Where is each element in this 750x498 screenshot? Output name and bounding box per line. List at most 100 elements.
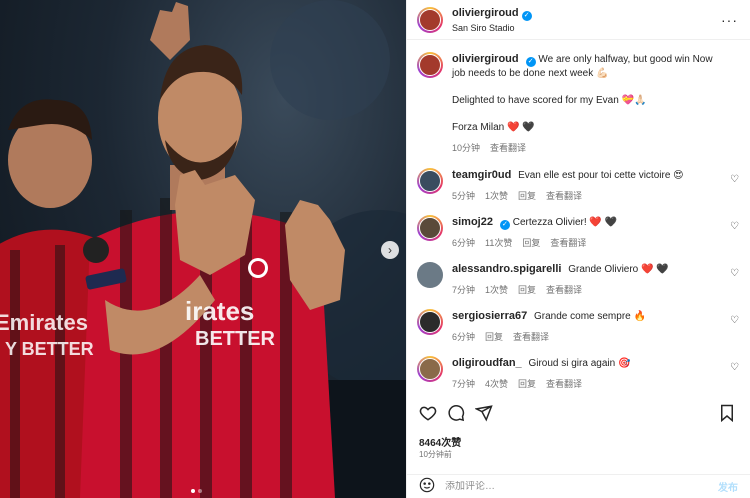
- comment-meta: 5分钟 1次赞 回复 查看翻译: [452, 189, 719, 202]
- comment-content: Giroud si gira again 🎯: [528, 358, 631, 369]
- header-location[interactable]: San Siro Stadio: [452, 23, 532, 33]
- svg-text:Emirates: Emirates: [0, 310, 88, 335]
- comment-body: alessandro.spigarelli Grande Oliviero ❤️…: [452, 262, 739, 296]
- comment-likes[interactable]: 1次赞: [485, 283, 508, 296]
- comment-content: Evan elle est pour toi cette victoire 😍: [518, 170, 684, 181]
- avatar[interactable]: [417, 52, 443, 78]
- avatar[interactable]: [417, 6, 443, 33]
- translate-link[interactable]: 查看翻译: [546, 377, 582, 390]
- comment-time: 7分钟: [452, 379, 476, 389]
- bookmark-icon[interactable]: [716, 402, 738, 424]
- avatar[interactable]: [417, 168, 443, 194]
- comment-content: Grande come sempre 🔥: [534, 311, 646, 322]
- comment-username[interactable]: sergiosierra67: [452, 310, 527, 322]
- post-image[interactable]: irates BETTER Emirates Y BETTER ›: [0, 0, 406, 498]
- avatar-image: [419, 170, 441, 192]
- reply-button[interactable]: 回复: [518, 377, 536, 390]
- reply-button[interactable]: 回复: [485, 330, 503, 343]
- comment-row: sergiosierra67 Grande come sempre 🔥 6分钟 …: [407, 309, 750, 343]
- comment-body: sergiosierra67 Grande come sempre 🔥 6分钟 …: [452, 309, 739, 343]
- comment-username[interactable]: oligiroudfan_: [452, 357, 522, 369]
- avatar[interactable]: [417, 309, 443, 335]
- caption-line3: Forza Milan ❤️ 🖤: [452, 122, 535, 133]
- heart-icon[interactable]: ♡: [730, 268, 739, 279]
- caption-row: oliviergiroud ✓ We are only halfway, but …: [407, 52, 750, 154]
- avatar[interactable]: [417, 215, 443, 241]
- emoji-icon[interactable]: [419, 477, 435, 496]
- comment-time: 6分钟: [452, 332, 476, 342]
- avatar-image: [419, 358, 441, 380]
- carousel-dot: [198, 489, 202, 493]
- translate-link[interactable]: 查看翻译: [490, 141, 526, 154]
- photo-illustration: irates BETTER Emirates Y BETTER: [0, 0, 406, 498]
- comment-icon[interactable]: [445, 402, 467, 424]
- comment-time: 7分钟: [452, 285, 476, 295]
- post-header: oliviergiroud ✓ San Siro Stadio ···: [407, 0, 750, 40]
- heart-icon[interactable]: ♡: [730, 315, 739, 326]
- likes-count[interactable]: 8464次赞: [419, 434, 461, 449]
- svg-text:Y BETTER: Y BETTER: [5, 339, 94, 359]
- avatar[interactable]: [417, 262, 443, 288]
- translate-link[interactable]: 查看翻译: [550, 236, 586, 249]
- comment-body: simoj22 ✓ Certezza Olivier! ❤️ 🖤 6分钟 11次赞…: [452, 215, 739, 249]
- comment-username[interactable]: simoj22: [452, 216, 493, 228]
- heart-icon[interactable]: [417, 402, 439, 424]
- reply-button[interactable]: 回复: [518, 189, 536, 202]
- avatar-image: [419, 311, 441, 333]
- heart-icon[interactable]: ♡: [730, 221, 739, 232]
- comment-input[interactable]: [445, 481, 718, 492]
- post-comment-button[interactable]: 发布: [718, 479, 738, 494]
- caption-line1: oliviergiroud ✓ We are only halfway, but …: [452, 52, 719, 81]
- next-image-button[interactable]: ›: [381, 241, 399, 259]
- comment-content: Certezza Olivier! ❤️ 🖤: [512, 217, 618, 228]
- comment-text: alessandro.spigarelli Grande Oliviero ❤️…: [452, 262, 719, 277]
- action-bar: [417, 402, 738, 424]
- header-text: oliviergiroud ✓ San Siro Stadio: [452, 7, 532, 33]
- comments-list[interactable]: oliviergiroud ✓ We are only halfway, but …: [407, 48, 750, 392]
- reply-button[interactable]: 回复: [518, 283, 536, 296]
- carousel-dot: [191, 489, 195, 493]
- comment-username[interactable]: teamgir0ud: [452, 169, 511, 181]
- share-icon[interactable]: [473, 402, 495, 424]
- comment-text: oligiroudfan_ Giroud si gira again 🎯: [452, 356, 719, 371]
- post-viewer: irates BETTER Emirates Y BETTER › olivie…: [0, 0, 750, 498]
- comment-body: teamgir0ud Evan elle est pour toi cette …: [452, 168, 739, 202]
- avatar-image: [419, 217, 441, 239]
- comment-text: sergiosierra67 Grande come sempre 🔥: [452, 309, 719, 324]
- more-horizontal-icon[interactable]: ···: [721, 12, 738, 28]
- translate-link[interactable]: 查看翻译: [546, 189, 582, 202]
- avatar-image: [419, 54, 441, 76]
- comment-meta: 6分钟 回复 查看翻译: [452, 330, 719, 343]
- translate-link[interactable]: 查看翻译: [546, 283, 582, 296]
- comment-row: oligiroudfan_ Giroud si gira again 🎯 7分钟…: [407, 356, 750, 390]
- caption-username[interactable]: oliviergiroud: [452, 53, 519, 65]
- comment-likes[interactable]: 1次赞: [485, 189, 508, 202]
- comment-meta: 7分钟 1次赞 回复 查看翻译: [452, 283, 719, 296]
- comment-meta: 6分钟 11次赞 回复 查看翻译: [452, 236, 719, 249]
- avatar-image: [419, 8, 441, 31]
- comment-likes[interactable]: 11次赞: [485, 236, 512, 249]
- heart-icon[interactable]: ♡: [730, 362, 739, 373]
- comment-composer: 发布: [407, 474, 750, 498]
- comment-body: oligiroudfan_ Giroud si gira again 🎯 7分钟…: [452, 356, 739, 390]
- svg-text:irates: irates: [185, 296, 254, 326]
- comment-content: Grande Oliviero ❤️ 🖤: [568, 264, 669, 275]
- header-username[interactable]: oliviergiroud: [452, 7, 519, 19]
- post-panel: oliviergiroud ✓ San Siro Stadio ··· olivi…: [406, 0, 750, 498]
- avatar[interactable]: [417, 356, 443, 382]
- heart-icon[interactable]: ♡: [730, 174, 739, 185]
- caption-time: 10分钟: [452, 143, 481, 153]
- caption-line2: Delighted to have scored for my Evan 💝🙏🏻: [452, 95, 647, 106]
- comment-time: 6分钟: [452, 238, 476, 248]
- comment-username[interactable]: alessandro.spigarelli: [452, 263, 561, 275]
- caption-meta: 10分钟 查看翻译: [452, 141, 719, 154]
- verified-badge-icon: ✓: [521, 10, 532, 21]
- comment-row: alessandro.spigarelli Grande Oliviero ❤️…: [407, 262, 750, 296]
- comment-likes[interactable]: 4次赞: [485, 377, 508, 390]
- avatar-image: [417, 262, 443, 288]
- translate-link[interactable]: 查看翻译: [513, 330, 549, 343]
- comment-meta: 7分钟 4次赞 回复 查看翻译: [452, 377, 719, 390]
- verified-badge-icon: ✓: [499, 220, 510, 230]
- caption-body: oliviergiroud ✓ We are only halfway, but …: [452, 52, 739, 154]
- reply-button[interactable]: 回复: [522, 236, 540, 249]
